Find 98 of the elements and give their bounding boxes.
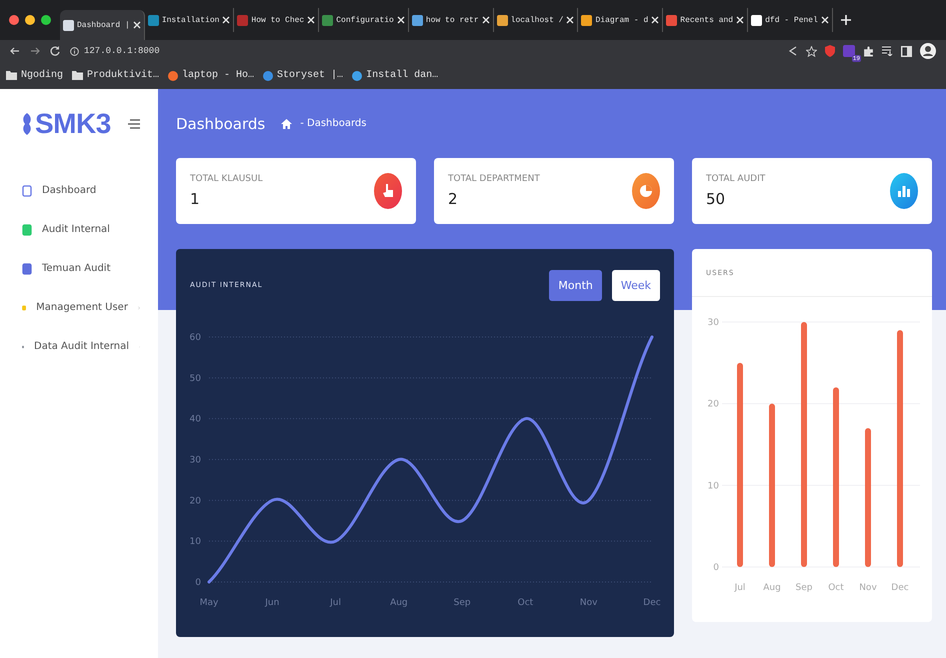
browser-tab[interactable]: How to Chec	[234, 8, 320, 32]
stat-value: 1	[190, 190, 201, 208]
axis-label: Dec	[643, 598, 661, 608]
page-title: Dashboards	[176, 114, 266, 132]
axis-label: 60	[190, 333, 201, 343]
sidebar-item[interactable]: Audit Internal	[22, 210, 140, 249]
favicon-icon	[237, 14, 248, 26]
close-icon[interactable]	[222, 16, 230, 24]
axis-label: 0	[195, 578, 201, 588]
shield-icon[interactable]	[825, 45, 835, 57]
axis-label: Oct	[828, 583, 844, 593]
close-icon[interactable]	[307, 16, 316, 24]
browser-tab[interactable]: Installation	[144, 8, 234, 32]
sidebar-icon[interactable]	[901, 46, 912, 56]
bookmark[interactable]: Produktivit…	[72, 70, 160, 81]
favicon-icon	[666, 14, 678, 26]
favicon-icon	[322, 14, 334, 26]
bookmark[interactable]: Ngoding	[6, 70, 64, 81]
stat-icon	[890, 173, 918, 209]
bookmark[interactable]: Install dan…	[352, 70, 438, 81]
star-icon[interactable]	[806, 46, 817, 56]
axis-label: Dec	[891, 583, 909, 593]
bookmark[interactable]: laptop - Ho…	[168, 70, 254, 81]
axis-label: 20	[190, 496, 201, 506]
favicon-icon	[581, 14, 592, 26]
favicon-icon	[148, 14, 159, 26]
favicon-icon	[496, 14, 508, 26]
bookmark[interactable]: Storyset |…	[263, 70, 344, 81]
axis-label: Jul	[330, 598, 341, 608]
close-icon[interactable]	[736, 16, 744, 24]
window-controls-icon[interactable]	[8, 14, 54, 26]
axis-label: 10	[708, 481, 719, 492]
axis-label: Sep	[796, 583, 812, 593]
favicon-icon	[168, 70, 178, 80]
axis-label: Oct	[518, 598, 534, 608]
browser-tab[interactable]: Dashboard |	[60, 10, 145, 40]
axis-label: May	[200, 598, 218, 608]
axis-label: Nov	[580, 598, 598, 608]
logo-text: SMK3	[35, 108, 111, 140]
favicon-icon	[263, 70, 274, 80]
favicon-icon	[412, 14, 423, 26]
browser-tab[interactable]: Recents and	[663, 8, 748, 32]
axis-label: Jun	[265, 598, 280, 608]
stat-icon	[374, 173, 402, 209]
home-icon[interactable]	[281, 118, 292, 128]
logo-icon	[22, 113, 32, 135]
queue-icon[interactable]	[882, 46, 893, 56]
axis-label: 0	[713, 563, 719, 573]
browser-tab[interactable]: Diagram - d	[578, 8, 664, 32]
axis-label: 20	[708, 400, 719, 410]
stat-label: TOTAL KLAUSUL	[190, 174, 263, 184]
axis-label: Aug	[763, 583, 781, 593]
sidebar-item[interactable]: Management User	[22, 288, 140, 327]
axis-label: Jul	[734, 583, 746, 593]
axis-label: 30	[190, 456, 201, 466]
menu-icon[interactable]	[128, 119, 140, 129]
forward-icon[interactable]	[30, 46, 40, 56]
stat-icon	[632, 173, 660, 209]
close-icon[interactable]	[566, 16, 574, 24]
axis-label: 30	[708, 318, 719, 328]
puzzle-icon[interactable]	[863, 46, 874, 56]
info-icon[interactable]	[70, 46, 79, 56]
stat-label: TOTAL AUDIT	[706, 174, 766, 184]
close-icon[interactable]	[820, 16, 829, 24]
new-tab-icon[interactable]	[840, 15, 851, 25]
close-icon[interactable]	[651, 16, 660, 24]
axis-label: Sep	[454, 598, 471, 608]
browser-tab[interactable]: dfd - Penel	[748, 8, 833, 32]
stat-value: 50	[706, 190, 726, 208]
sidebar-item[interactable]: Data Audit Internal	[22, 327, 140, 366]
folder-icon	[6, 71, 17, 80]
browser-tab[interactable]: how to retr	[408, 8, 494, 32]
sidebar-item[interactable]: Temuan Audit	[22, 249, 140, 288]
toggle-button[interactable]: Month	[549, 270, 602, 300]
close-icon[interactable]	[132, 21, 141, 29]
favicon-icon	[352, 70, 362, 80]
browser-tab[interactable]: Configuratio	[319, 8, 409, 32]
share-icon[interactable]	[788, 46, 798, 56]
axis-label: 50	[190, 374, 201, 384]
toggle-button[interactable]: Week	[612, 270, 660, 300]
stat-label: TOTAL DEPARTMENT	[448, 174, 540, 184]
reload-icon[interactable]	[50, 46, 60, 56]
favicon-icon	[751, 14, 762, 26]
folder-icon	[72, 71, 84, 80]
axis-label: Aug	[390, 598, 408, 608]
axis-label: 10	[190, 537, 201, 548]
url-field[interactable]: 127.0.0.1:8000	[84, 46, 160, 56]
avatar-icon[interactable]	[920, 43, 936, 59]
close-icon[interactable]	[396, 16, 405, 24]
sidebar-item[interactable]: Dashboard	[22, 171, 140, 210]
breadcrumb[interactable]: - Dashboards	[300, 118, 366, 129]
browser-tab[interactable]: localhost /	[494, 8, 578, 32]
axis-label: 40	[190, 414, 201, 425]
favicon-icon	[63, 20, 74, 30]
axis-label: Nov	[859, 583, 877, 593]
stat-value: 2	[448, 190, 459, 208]
back-icon[interactable]	[10, 46, 20, 56]
close-icon[interactable]	[482, 16, 490, 24]
